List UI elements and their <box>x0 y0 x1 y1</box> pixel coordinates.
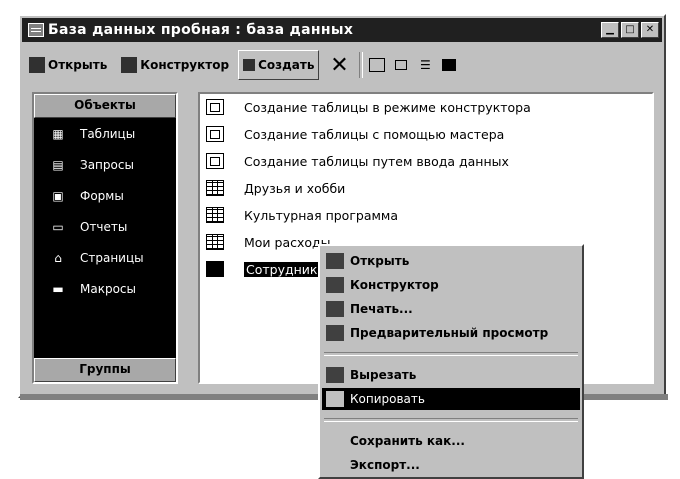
menu-item-design[interactable]: Конструктор <box>322 274 580 296</box>
table-icon <box>206 180 224 196</box>
sidebar-item-label: Страницы <box>80 250 144 265</box>
details-view-button[interactable] <box>439 55 459 75</box>
menu-item-label: Печать... <box>350 302 413 316</box>
toolbar: Открыть Конструктор Создать ✕ ☰ <box>24 46 660 84</box>
copy-icon <box>326 391 344 407</box>
create-button[interactable]: Создать <box>238 50 320 80</box>
design-icon <box>326 277 344 293</box>
menu-item-label: Сохранить как... <box>350 434 465 448</box>
details-view-icon <box>442 59 457 71</box>
design-button-label: Конструктор <box>140 58 230 72</box>
menu-item-cut[interactable]: Вырезать <box>322 364 580 386</box>
open-icon <box>326 253 344 269</box>
list-view-icon: ☰ <box>420 58 431 72</box>
wizard-icon <box>206 153 224 169</box>
cut-icon <box>326 367 344 383</box>
list-item-label: Друзья и хобби <box>244 180 346 196</box>
blank-icon <box>326 457 344 473</box>
menu-item-label: Копировать <box>350 392 425 406</box>
groups-footer[interactable]: Группы <box>34 358 176 382</box>
menu-item-save-as[interactable]: Сохранить как... <box>322 430 580 452</box>
menu-item-open[interactable]: Открыть <box>322 250 580 272</box>
database-icon <box>28 23 44 37</box>
menu-separator <box>324 352 578 356</box>
form-icon: ▣ <box>52 188 64 203</box>
open-button-label: Открыть <box>48 58 108 72</box>
menu-item-export[interactable]: Экспорт... <box>322 454 580 476</box>
menu-item-label: Экспорт... <box>350 458 420 472</box>
list-item[interactable]: Создание таблицы в режиме конструктора <box>206 96 531 118</box>
close-icon[interactable]: ✕ <box>641 22 659 38</box>
small-icons-button[interactable] <box>391 55 411 75</box>
menu-item-label: Конструктор <box>350 278 439 292</box>
title-bar[interactable]: База данных пробная : база данных ▁ □ ✕ <box>22 18 662 42</box>
sidebar-item-label: Отчеты <box>80 219 128 234</box>
table-icon <box>206 207 224 223</box>
sidebar-item-label: Макросы <box>80 281 136 296</box>
macro-icon: ▬ <box>52 281 64 296</box>
open-button[interactable]: Открыть <box>24 50 112 80</box>
maximize-icon[interactable]: □ <box>621 22 639 38</box>
design-button[interactable]: Конструктор <box>116 50 234 80</box>
new-object-icon <box>243 59 256 71</box>
create-button-label: Создать <box>258 58 315 72</box>
window-title: База данных пробная : база данных <box>48 22 354 38</box>
objects-bar: Объекты ▦ Таблицы ▤ Запросы ▣ Формы ▭ От… <box>32 92 178 384</box>
list-item-label: Создание таблицы путем ввода данных <box>244 153 509 169</box>
sidebar-item-macros[interactable]: ▬ Макросы <box>34 273 176 304</box>
wizard-icon <box>206 126 224 142</box>
query-icon: ▤ <box>52 157 64 172</box>
wizard-icon <box>206 99 224 115</box>
list-item[interactable]: Друзья и хобби <box>206 177 345 199</box>
delete-icon: ✕ <box>330 52 349 78</box>
minimize-icon[interactable]: ▁ <box>601 22 619 38</box>
list-item[interactable]: Создание таблицы путем ввода данных <box>206 150 509 172</box>
menu-item-label: Открыть <box>350 254 410 268</box>
blank-icon <box>326 433 344 449</box>
list-item-label: Создание таблицы с помощью мастера <box>244 126 505 142</box>
list-item-label: Сотрудники <box>244 261 328 277</box>
context-menu: Открыть Конструктор Печать... Предварите… <box>318 244 584 479</box>
sidebar-item-label: Формы <box>80 188 124 203</box>
preview-icon <box>326 325 344 341</box>
sidebar-item-forms[interactable]: ▣ Формы <box>34 180 176 211</box>
menu-item-label: Предварительный просмотр <box>350 326 549 340</box>
large-icons-button[interactable] <box>367 55 387 75</box>
toolbar-separator <box>359 52 364 78</box>
list-view-button[interactable]: ☰ <box>415 55 435 75</box>
list-item[interactable]: Создание таблицы с помощью мастера <box>206 123 504 145</box>
menu-item-print[interactable]: Печать... <box>322 298 580 320</box>
sidebar-item-queries[interactable]: ▤ Запросы <box>34 149 176 180</box>
menu-separator <box>324 418 578 422</box>
design-icon <box>121 57 138 73</box>
menu-item-label: Вырезать <box>350 368 417 382</box>
sidebar-item-reports[interactable]: ▭ Отчеты <box>34 211 176 242</box>
report-icon: ▭ <box>52 219 64 234</box>
list-item[interactable]: Сотрудники <box>206 258 328 280</box>
page-icon: ⌂ <box>54 250 62 265</box>
menu-item-copy[interactable]: Копировать <box>322 388 580 410</box>
sidebar-item-tables[interactable]: ▦ Таблицы <box>34 118 176 149</box>
table-icon <box>206 261 224 277</box>
sidebar-item-label: Таблицы <box>80 126 136 141</box>
sidebar-item-pages[interactable]: ⌂ Страницы <box>34 242 176 273</box>
table-icon <box>206 234 224 250</box>
list-item-label: Культурная программа <box>244 207 399 223</box>
open-icon <box>29 57 45 73</box>
large-icons-icon <box>369 58 386 72</box>
objects-header[interactable]: Объекты <box>34 94 176 118</box>
list-item[interactable]: Мои расходы <box>206 231 331 253</box>
menu-item-preview[interactable]: Предварительный просмотр <box>322 322 580 344</box>
list-item[interactable]: Культурная программа <box>206 204 398 226</box>
sidebar-item-label: Запросы <box>80 157 134 172</box>
delete-button[interactable]: ✕ <box>323 50 355 80</box>
print-icon <box>326 301 344 317</box>
table-icon: ▦ <box>52 126 64 141</box>
small-icons-icon <box>395 60 408 70</box>
list-item-label: Создание таблицы в режиме конструктора <box>244 99 531 115</box>
